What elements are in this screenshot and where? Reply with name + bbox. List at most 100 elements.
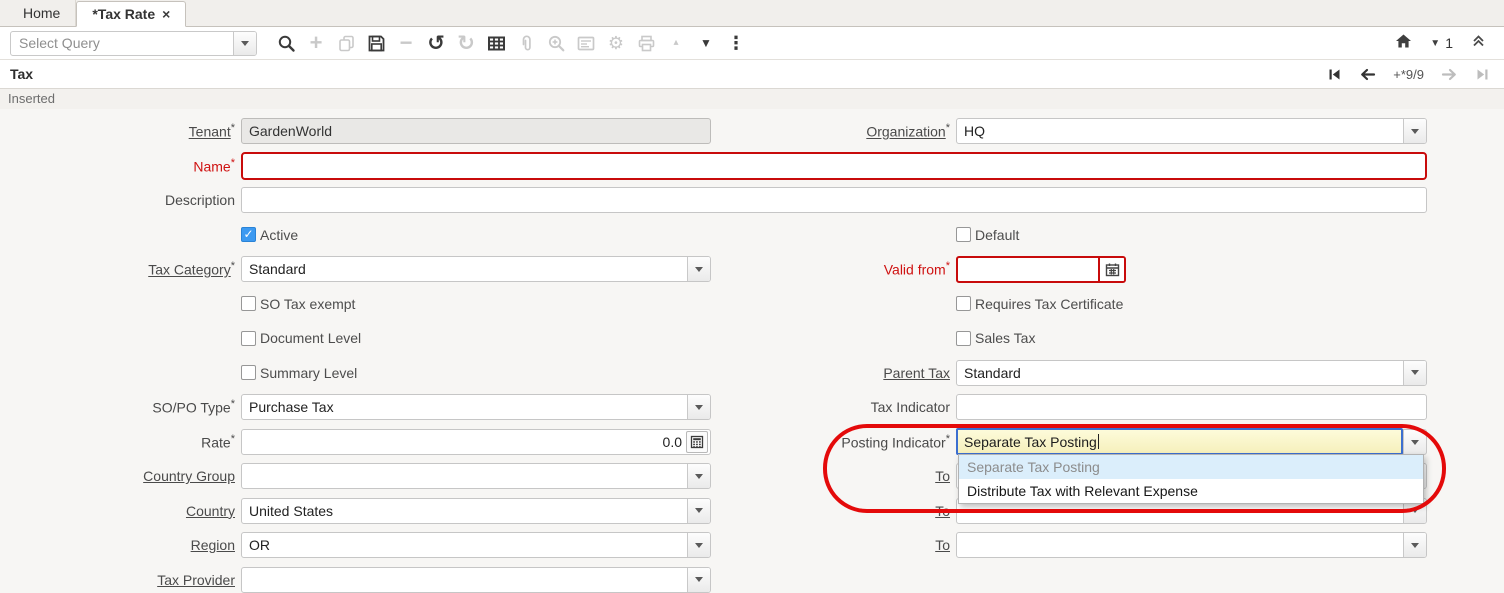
document-level-checkbox-box[interactable]	[241, 331, 256, 346]
calendar-button[interactable]	[1098, 258, 1124, 281]
requires-tax-certificate-checkbox-box[interactable]	[956, 296, 971, 311]
select-query-combobox	[10, 31, 257, 56]
toolbar-right: ▼ 1	[1395, 33, 1504, 54]
sales-tax-checkbox-box[interactable]	[956, 331, 971, 346]
region-label: Region	[0, 537, 241, 553]
to-country-group-label: To	[711, 468, 956, 484]
tax-provider-combobox[interactable]	[241, 567, 711, 593]
requires-tax-certificate-checkbox[interactable]: Requires Tax Certificate	[956, 296, 1427, 312]
rate-input[interactable]: 0.0	[241, 429, 711, 455]
calculator-button[interactable]	[686, 431, 708, 453]
rate-label: Rate*	[0, 433, 241, 451]
parent-tax-label: Parent Tax	[711, 365, 956, 381]
tab-bar: Home *Tax Rate ×	[0, 0, 1504, 27]
so-tax-exempt-checkbox[interactable]: SO Tax exempt	[241, 296, 711, 312]
parent-tax-combobox[interactable]: Standard	[956, 360, 1427, 386]
quick-search-icon[interactable]	[275, 30, 297, 56]
zoom-across-icon[interactable]	[545, 30, 567, 56]
tab-tax-rate[interactable]: *Tax Rate ×	[76, 1, 186, 27]
undo-icon[interactable]: ↺	[425, 30, 447, 56]
dropdown-option-separate-tax-posting[interactable]: Separate Tax Posting	[959, 455, 1423, 479]
print-icon[interactable]	[635, 30, 657, 56]
posting-indicator-dropdown-list: Separate Tax Posting Distribute Tax with…	[958, 454, 1424, 504]
summary-level-checkbox[interactable]: Summary Level	[241, 365, 711, 381]
collapse-small-icon[interactable]: ▴	[665, 30, 687, 56]
organization-label: Organization*	[711, 122, 956, 140]
default-checkbox-box[interactable]	[956, 227, 971, 242]
to-region-label: To	[711, 537, 956, 553]
select-query-dropdown-button[interactable]	[233, 32, 256, 55]
first-record-icon[interactable]	[1327, 67, 1342, 82]
menu-down-icon[interactable]: ▼	[695, 30, 717, 56]
attachment-icon[interactable]	[515, 30, 537, 56]
tab-home-label: Home	[23, 5, 60, 21]
so-tax-exempt-checkbox-box[interactable]	[241, 296, 256, 311]
last-record-icon[interactable]	[1475, 67, 1490, 82]
previous-record-icon[interactable]	[1359, 67, 1376, 82]
country-group-dropdown-button[interactable]	[687, 464, 710, 488]
delete-record-icon[interactable]: −	[395, 30, 417, 56]
country-group-combobox[interactable]	[241, 463, 711, 489]
record-navigation: +*9/9	[1327, 67, 1490, 82]
parent-tax-dropdown-button[interactable]	[1403, 361, 1426, 385]
text-cursor	[1098, 434, 1099, 449]
so-po-type-combobox[interactable]: Purchase Tax	[241, 394, 711, 420]
so-po-type-dropdown-button[interactable]	[687, 395, 710, 419]
open-windows-control[interactable]: ▼ 1	[1430, 35, 1453, 51]
active-checkbox-box[interactable]	[241, 227, 256, 242]
tax-provider-dropdown-button[interactable]	[687, 568, 710, 592]
more-icon[interactable]: ⋮	[725, 30, 747, 56]
windows-caret-icon: ▼	[1430, 38, 1440, 49]
organization-combobox[interactable]: HQ	[956, 118, 1427, 144]
sales-tax-checkbox[interactable]: Sales Tax	[956, 330, 1427, 346]
valid-from-label: Valid from*	[711, 260, 956, 278]
dropdown-option-distribute-tax[interactable]: Distribute Tax with Relevant Expense	[959, 479, 1423, 503]
tax-indicator-input[interactable]	[956, 394, 1427, 420]
description-label: Description	[0, 192, 241, 208]
copy-record-icon[interactable]	[335, 30, 357, 56]
document-level-checkbox[interactable]: Document Level	[241, 330, 711, 346]
tab-home[interactable]: Home	[8, 0, 76, 26]
collapse-header-icon[interactable]	[1471, 34, 1486, 53]
active-checkbox[interactable]: Active	[241, 227, 711, 243]
select-query-input[interactable]	[11, 32, 233, 55]
posting-indicator-combobox: Separate Tax Posting Separate Tax Postin…	[956, 428, 1427, 455]
summary-level-checkbox-box[interactable]	[241, 365, 256, 380]
tax-form: Tenant* GardenWorld Organization* HQ Nam…	[0, 109, 1504, 593]
country-combobox[interactable]: United States	[241, 498, 711, 524]
requery-icon[interactable]: ↻	[455, 30, 477, 56]
tax-provider-label: Tax Provider	[0, 572, 241, 588]
so-po-type-label: SO/PO Type*	[0, 398, 241, 416]
organization-dropdown-button[interactable]	[1403, 119, 1426, 143]
posting-indicator-dropdown-button[interactable]	[1403, 429, 1427, 455]
tax-indicator-label: Tax Indicator	[711, 399, 956, 415]
close-tab-icon[interactable]: ×	[162, 7, 170, 21]
tax-category-label: Tax Category*	[0, 260, 241, 278]
to-region-dropdown-button[interactable]	[1403, 533, 1426, 557]
open-windows-count: 1	[1445, 35, 1453, 51]
description-input[interactable]	[241, 187, 1427, 213]
home-icon[interactable]	[1395, 33, 1412, 54]
region-combobox[interactable]: OR	[241, 532, 711, 558]
tax-category-dropdown-button[interactable]	[687, 257, 710, 281]
to-country-label: To	[711, 503, 956, 519]
to-region-combobox[interactable]	[956, 532, 1427, 558]
country-group-label: Country Group	[0, 468, 241, 484]
grid-toggle-icon[interactable]	[485, 30, 507, 56]
posting-indicator-label: Posting Indicator*	[711, 433, 956, 451]
new-record-icon[interactable]: +	[305, 30, 327, 56]
name-input[interactable]	[241, 152, 1427, 180]
region-dropdown-button[interactable]	[687, 533, 710, 557]
report-icon[interactable]	[575, 30, 597, 56]
process-icon[interactable]: ⚙	[605, 30, 627, 56]
next-record-icon[interactable]	[1441, 67, 1458, 82]
tax-category-combobox[interactable]: Standard	[241, 256, 711, 282]
calendar-icon	[1105, 262, 1120, 277]
valid-from-input[interactable]	[958, 258, 1098, 281]
default-checkbox[interactable]: Default	[956, 227, 1427, 243]
country-dropdown-button[interactable]	[687, 499, 710, 523]
save-icon[interactable]	[365, 30, 387, 56]
toolbar-buttons: + − ↺ ↻ ⚙	[271, 30, 751, 56]
posting-indicator-input[interactable]: Separate Tax Posting	[956, 428, 1403, 455]
tax-rate-window: Home *Tax Rate × + − ↺ ↻	[0, 0, 1504, 593]
